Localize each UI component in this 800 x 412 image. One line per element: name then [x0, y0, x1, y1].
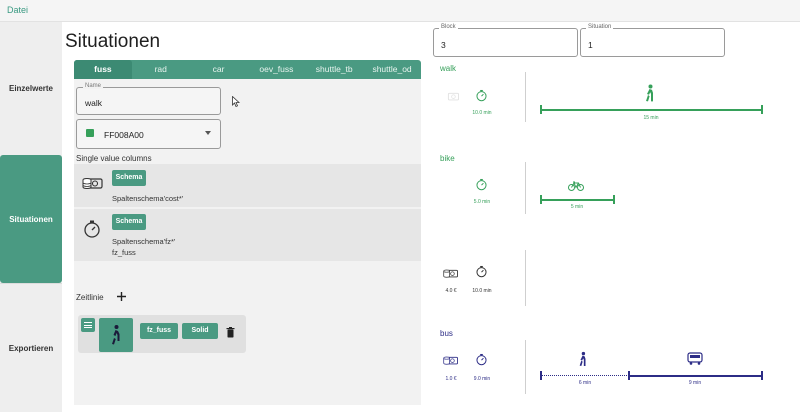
mode-label-walk: walk [440, 64, 457, 73]
stopwatch-icon [475, 178, 488, 196]
add-timeline-icon[interactable] [116, 289, 127, 307]
name-field[interactable]: Name walk [76, 83, 221, 115]
time-row: Schema Spaltenschema'fz*' fz_fuss [74, 209, 421, 261]
segment-tick [540, 105, 542, 114]
tab-shuttle-tb[interactable]: shuttle_tb [305, 60, 363, 79]
stopwatch-icon [82, 219, 102, 244]
walk-icon [578, 351, 588, 372]
bike-time: 5.0 min [473, 199, 491, 205]
situation-field[interactable]: Situation 1 [580, 24, 725, 57]
mode-label-bike: bike [440, 154, 455, 163]
nav-item-einzelwerte[interactable]: Einzelwerte [0, 22, 62, 155]
bus-cost: 1.0 € [445, 376, 457, 382]
walk-segment [540, 109, 762, 111]
time-schema-text: Spaltenschema'fz*' [112, 237, 176, 246]
block-field[interactable]: Block 3 [433, 24, 578, 57]
bicycle-icon [568, 178, 584, 196]
bus-ride-label: 9 min [688, 380, 702, 386]
main-panel: Situationen fuss rad car oev_fuss shuttl… [62, 22, 430, 412]
chevron-down-icon [205, 131, 211, 135]
timeline-column-button[interactable]: fz_fuss [140, 323, 178, 339]
app-window: Datei Einzelwerte Situationen Exportiere… [0, 0, 800, 412]
bike-segment [540, 199, 614, 201]
situation-legend: Situation [586, 24, 614, 30]
name-field-value: walk [85, 98, 103, 108]
timeline-entry: fz_fuss Solid [78, 315, 246, 353]
time-schema-button[interactable]: Schema [112, 214, 146, 230]
tab-oev-fuss[interactable]: oev_fuss [247, 60, 305, 79]
situation-value: 1 [588, 40, 593, 50]
divider [525, 72, 526, 122]
stopwatch-icon [475, 265, 488, 283]
timeline-label: Zeitlinie [76, 293, 104, 302]
bike-segment-label: 5 min [570, 204, 584, 210]
cost-schema-text: Spaltenschema'cost*' [112, 194, 184, 203]
nav-item-exportieren[interactable]: Exportieren [0, 283, 62, 412]
mode-label-bus: bus [440, 329, 453, 338]
situation-form: Name walk FF008A00 Single value columns [74, 79, 421, 405]
bus-walk-segment [540, 375, 629, 376]
block-legend: Block [439, 24, 458, 30]
mode-tabs: fuss rad car oev_fuss shuttle_tb shuttle… [74, 60, 421, 79]
car-time: 10.0 min [472, 288, 492, 294]
preview-panel: Block 3 Situation 1 walk 10.0 min 15 min… [430, 22, 800, 412]
segment-tick [540, 371, 542, 380]
page-title: Situationen [65, 31, 161, 52]
segment-tick [628, 371, 630, 380]
segment-tick [761, 371, 763, 380]
nav-item-label: Einzelwerte [8, 84, 53, 93]
time-column-text: fz_fuss [112, 248, 136, 257]
divider [525, 162, 526, 214]
cursor-icon [232, 94, 241, 112]
car-cost: 4.0 € [445, 288, 457, 294]
nav-item-situationen[interactable]: Situationen [0, 155, 62, 283]
timeline-style-button[interactable]: Solid [182, 323, 218, 339]
name-field-legend: Name [83, 83, 104, 89]
menu-file[interactable]: Datei [7, 5, 28, 15]
segment-tick [613, 195, 615, 204]
divider [525, 250, 526, 306]
nav-item-label: Situationen [9, 214, 53, 224]
nav-item-label: Exportieren [8, 343, 54, 353]
cost-row: Schema Spaltenschema'cost*' [74, 164, 421, 207]
side-nav: Einzelwerte Situationen Exportieren [0, 22, 62, 412]
walk-segment-label: 15 min [643, 115, 659, 121]
color-select[interactable]: FF008A00 [76, 119, 221, 149]
bus-icon [686, 352, 704, 371]
tab-shuttle-od[interactable]: shuttle_od [363, 60, 421, 79]
money-icon [443, 354, 459, 372]
walk-time: 10.0 min [472, 110, 492, 116]
tab-rad[interactable]: rad [132, 60, 190, 79]
drag-menu-icon[interactable] [81, 318, 95, 332]
bus-time: 9.0 min [473, 376, 491, 382]
money-icon [82, 176, 104, 197]
divider [525, 340, 526, 394]
tab-fuss[interactable]: fuss [74, 60, 132, 79]
walk-icon [644, 84, 656, 107]
bus-walk-label: 6 min [578, 380, 592, 386]
color-swatch [86, 129, 94, 137]
segment-tick [761, 105, 763, 114]
block-value: 3 [441, 40, 446, 50]
segment-tick [540, 195, 542, 204]
color-value: FF008A00 [104, 130, 144, 140]
stopwatch-icon [475, 89, 488, 107]
delete-icon[interactable] [226, 325, 235, 343]
cost-schema-button[interactable]: Schema [112, 170, 146, 186]
money-icon [443, 267, 459, 285]
money-icon [444, 90, 460, 108]
bus-ride-segment [629, 375, 762, 377]
menu-bar: Datei [0, 0, 800, 22]
stopwatch-icon [475, 353, 488, 371]
tab-car[interactable]: car [190, 60, 248, 79]
walk-icon[interactable] [99, 318, 133, 352]
single-value-label: Single value columns [76, 154, 152, 163]
